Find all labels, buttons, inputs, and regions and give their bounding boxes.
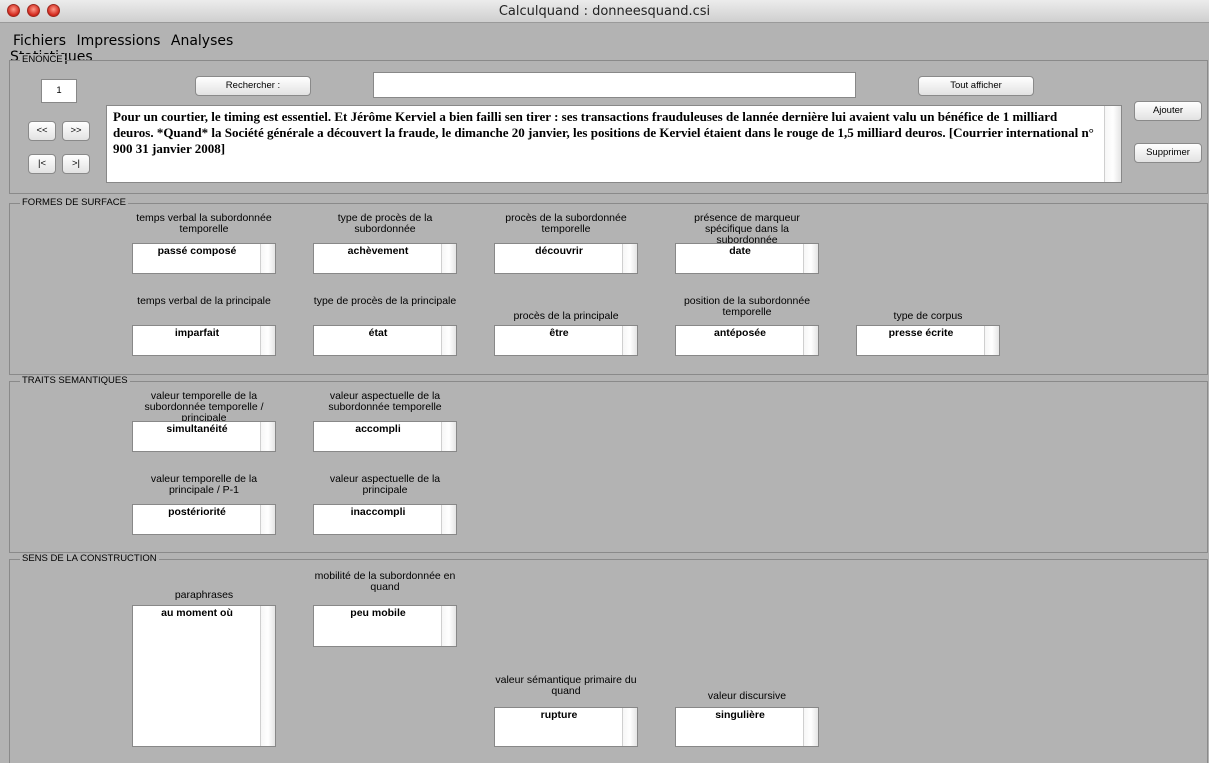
formes-field-6[interactable]: être: [494, 325, 638, 356]
formes-scrollbar-6[interactable]: [622, 326, 637, 355]
enonce-text: Pour un courtier, le timing est essentie…: [113, 109, 1094, 156]
formes-scrollbar-8[interactable]: [984, 326, 999, 355]
traits-value-3: inaccompli: [350, 506, 406, 518]
sens-label-1: mobilité de la subordonnée en quand: [314, 571, 456, 593]
show-all-button[interactable]: Tout afficher: [918, 76, 1034, 96]
sens-label-3: valeur discursive: [707, 691, 787, 702]
sens-scrollbar-1[interactable]: [441, 606, 456, 646]
traits-scrollbar-3[interactable]: [441, 505, 456, 534]
formes-label-1: type de procès de la subordonnée: [337, 213, 433, 235]
formes-scrollbar-2[interactable]: [622, 244, 637, 273]
traits-value-2: postériorité: [168, 506, 226, 518]
traits-value-0: simultanéité: [166, 423, 228, 435]
traits-field-3[interactable]: inaccompli: [313, 504, 457, 535]
menu-analyses[interactable]: Analyses: [171, 33, 233, 49]
formes-value-1: achèvement: [347, 245, 409, 257]
formes-value-6: être: [549, 327, 569, 339]
sens-scrollbar-0[interactable]: [260, 606, 275, 746]
last-record-button[interactable]: >|: [62, 154, 90, 174]
traits-field-1[interactable]: accompli: [313, 421, 457, 452]
delete-button[interactable]: Supprimer: [1134, 143, 1202, 163]
sens-field-0[interactable]: au moment où: [132, 605, 276, 747]
formes-value-4: imparfait: [174, 327, 220, 339]
traits-scrollbar-1[interactable]: [441, 422, 456, 451]
formes-field-8[interactable]: presse écrite: [856, 325, 1000, 356]
formes-field-1[interactable]: achèvement: [313, 243, 457, 274]
traits-label-2: valeur temporelle de la principale / P-1: [150, 474, 258, 496]
formes-label-3: présence de marqueur spécifique dans la …: [694, 213, 800, 246]
traits-label-0: valeur temporelle de la subordonnée temp…: [144, 391, 264, 424]
traits-section-title: TRAITS SEMANTIQUES: [20, 375, 130, 387]
sens-label-2: valeur sémantique primaire du quand: [495, 675, 637, 697]
enonce-text-area[interactable]: Pour un courtier, le timing est essentie…: [106, 105, 1122, 183]
title-bar: Calculquand : donneesquand.csi: [0, 0, 1209, 23]
sens-scrollbar-3[interactable]: [803, 708, 818, 746]
formes-label-6: procès de la principale: [513, 311, 619, 322]
add-button[interactable]: Ajouter: [1134, 101, 1202, 121]
first-record-button[interactable]: |<: [28, 154, 56, 174]
sens-field-1[interactable]: peu mobile: [313, 605, 457, 647]
sens-field-2[interactable]: rupture: [494, 707, 638, 747]
formes-scrollbar-0[interactable]: [260, 244, 275, 273]
sens-value-1: peu mobile: [350, 607, 406, 619]
sens-value-0: au moment où: [161, 607, 233, 619]
sens-value-3: singulière: [715, 709, 765, 721]
formes-scrollbar-1[interactable]: [441, 244, 456, 273]
enonce-scrollbar[interactable]: [1104, 106, 1121, 182]
record-number-field[interactable]: 1: [41, 79, 77, 103]
menu-bar: Fichiers Impressions Analyses Statistiqu…: [0, 33, 322, 65]
formes-section-title: FORMES DE SURFACE: [20, 197, 128, 209]
formes-scrollbar-3[interactable]: [803, 244, 818, 273]
menu-fichiers[interactable]: Fichiers: [13, 33, 66, 49]
formes-field-3[interactable]: date: [675, 243, 819, 274]
formes-field-5[interactable]: état: [313, 325, 457, 356]
next-record-button[interactable]: >>: [62, 121, 90, 141]
sens-field-3[interactable]: singulière: [675, 707, 819, 747]
traits-scrollbar-2[interactable]: [260, 505, 275, 534]
formes-field-7[interactable]: antéposée: [675, 325, 819, 356]
traits-label-1: valeur aspectuelle de la subordonnée tem…: [328, 391, 442, 413]
window-title: Calculquand : donneesquand.csi: [498, 4, 711, 19]
formes-value-2: découvrir: [535, 245, 583, 257]
search-button[interactable]: Rechercher :: [195, 76, 311, 96]
search-input[interactable]: [373, 72, 856, 98]
traits-label-3: valeur aspectuelle de la principale: [329, 474, 441, 496]
enonce-section-title: ENONCE: [20, 54, 65, 66]
menu-impressions[interactable]: Impressions: [77, 33, 161, 49]
sens-section-title: SENS DE LA CONSTRUCTION: [20, 553, 159, 565]
formes-label-8: type de corpus: [893, 311, 963, 322]
formes-label-0: temps verbal la subordonnée temporelle: [136, 213, 272, 235]
sens-value-2: rupture: [540, 709, 578, 721]
traits-value-1: accompli: [355, 423, 401, 435]
formes-label-2: procès de la subordonnée temporelle: [505, 213, 627, 235]
formes-scrollbar-4[interactable]: [260, 326, 275, 355]
formes-field-4[interactable]: imparfait: [132, 325, 276, 356]
formes-scrollbar-5[interactable]: [441, 326, 456, 355]
previous-record-button[interactable]: <<: [28, 121, 56, 141]
formes-value-3: date: [729, 245, 751, 257]
formes-value-7: antéposée: [714, 327, 766, 339]
formes-value-8: presse écrite: [888, 327, 954, 339]
formes-scrollbar-7[interactable]: [803, 326, 818, 355]
sens-scrollbar-2[interactable]: [622, 708, 637, 746]
traits-scrollbar-0[interactable]: [260, 422, 275, 451]
formes-field-0[interactable]: passé composé: [132, 243, 276, 274]
sens-label-0: paraphrases: [174, 590, 234, 601]
formes-field-2[interactable]: découvrir: [494, 243, 638, 274]
formes-value-0: passé composé: [157, 245, 237, 257]
traits-field-2[interactable]: postériorité: [132, 504, 276, 535]
traits-field-0[interactable]: simultanéité: [132, 421, 276, 452]
formes-value-5: état: [368, 327, 388, 339]
